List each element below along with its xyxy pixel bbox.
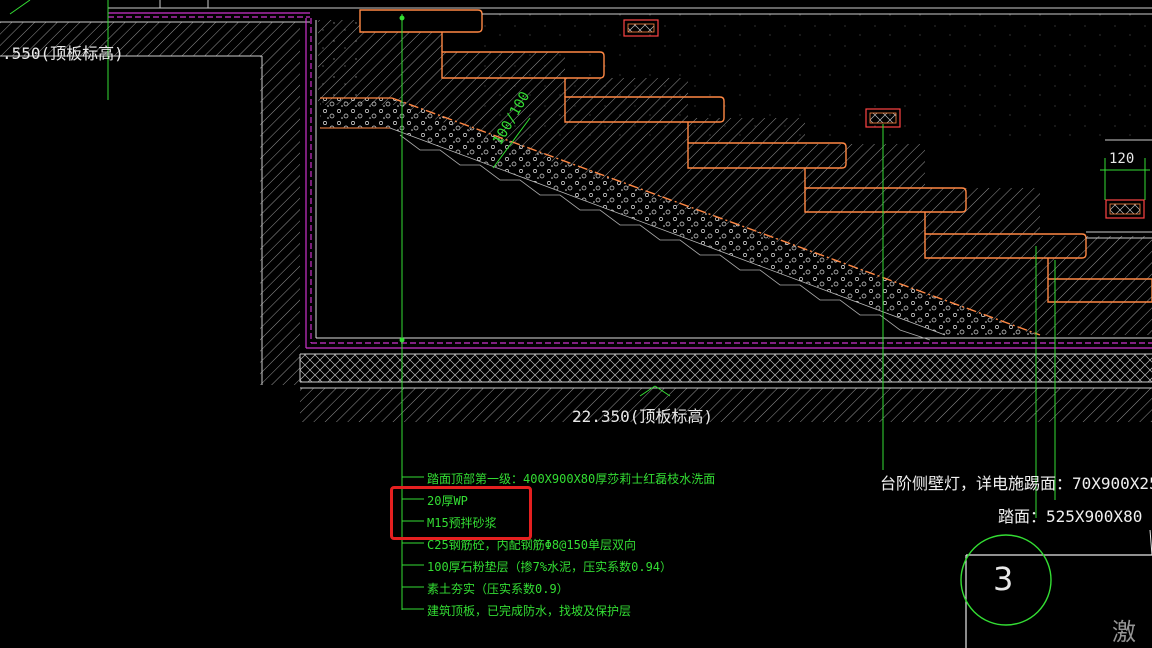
left-elevation-label: .550(顶板标高)	[2, 44, 124, 63]
layer-label-7: 建筑顶板，已完成防水，找坡及保护层	[427, 604, 632, 618]
width-dimension: 120	[1109, 151, 1135, 167]
bottom-elevation-label: 22.350(顶板标高)	[572, 407, 714, 426]
detail-number: 3	[993, 560, 1014, 598]
tread-note: 踏面：525X900X80	[998, 507, 1143, 526]
watermark-text: 激	[1112, 618, 1136, 646]
layer-label-1: 踏面顶部第一级：400X900X80厚莎莉士红磊枝水洗面	[427, 472, 716, 486]
base-slab	[299, 353, 1152, 422]
layer-label-5: 100厚石粉垫层（掺7%水泥，压实系数0.94）	[427, 560, 673, 574]
highlight-box	[390, 486, 532, 540]
layer-label-6: 素土夯实（压实系数0.9）	[427, 582, 569, 596]
lamp-note: 台阶侧壁灯，详电施踢面：70X900X25	[880, 474, 1152, 493]
left-wall	[0, 21, 310, 385]
